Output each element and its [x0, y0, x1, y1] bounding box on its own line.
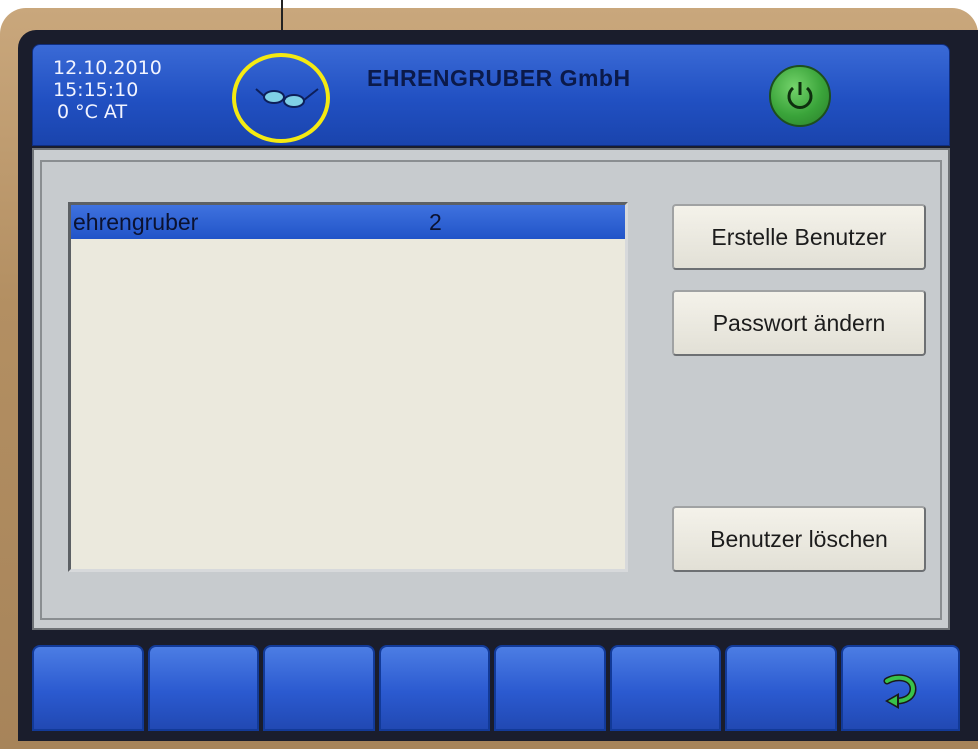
function-key-2[interactable] — [147, 645, 259, 731]
back-button[interactable] — [840, 645, 960, 731]
header-bar: 12.10.2010 15:15:10 0 °C AT EHRENGRUBER … — [32, 44, 950, 146]
main-panel: ehrengruber 2 Erstelle Benutzer Passwort… — [32, 148, 950, 630]
power-icon — [787, 82, 813, 109]
function-key-5[interactable] — [494, 645, 606, 731]
time-text: 15:15:10 — [53, 79, 139, 101]
change-password-button[interactable]: Passwort ändern — [672, 290, 926, 356]
user-list[interactable]: ehrengruber 2 — [68, 202, 628, 572]
company-title: EHRENGRUBER GmbH — [367, 65, 631, 91]
user-level: 2 — [429, 209, 442, 235]
function-key-1[interactable] — [32, 645, 144, 731]
main-panel-inner: ehrengruber 2 Erstelle Benutzer Passwort… — [40, 160, 942, 620]
highlight-circle — [232, 53, 330, 143]
date-text: 12.10.2010 — [53, 57, 162, 79]
function-key-4[interactable] — [378, 645, 490, 731]
function-key-6[interactable] — [609, 645, 721, 731]
user-name: ehrengruber — [73, 209, 199, 235]
temperature-text: 0 °C AT — [57, 101, 128, 123]
function-key-bar — [32, 645, 960, 733]
list-item-user[interactable]: ehrengruber 2 — [71, 205, 625, 239]
delete-user-button[interactable]: Benutzer löschen — [672, 506, 926, 572]
back-arrow-icon — [883, 674, 917, 709]
function-key-3[interactable] — [263, 645, 375, 731]
create-user-button[interactable]: Erstelle Benutzer — [672, 204, 926, 270]
function-key-7[interactable] — [725, 645, 837, 731]
power-button[interactable] — [769, 65, 831, 127]
datetime-block: 12.10.2010 15:15:10 0 °C AT — [53, 57, 162, 123]
